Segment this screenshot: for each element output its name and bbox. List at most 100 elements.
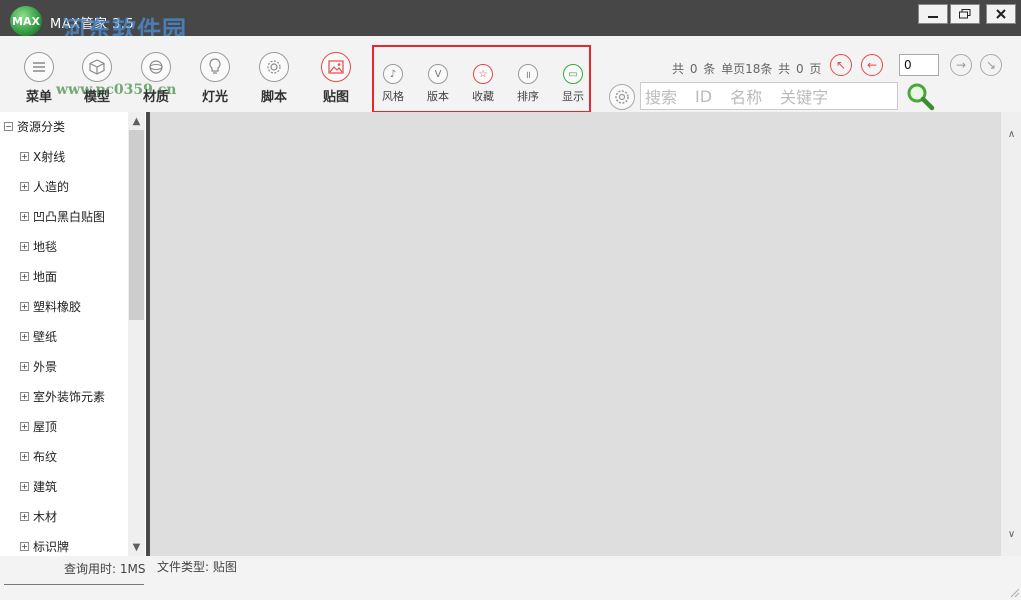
resource-grid[interactable] bbox=[150, 112, 1001, 556]
image-icon bbox=[321, 52, 351, 82]
tree-scroll-thumb[interactable] bbox=[129, 130, 144, 320]
arrow-down-right-icon: ↘ bbox=[985, 58, 997, 72]
search-hint-name: 名称 bbox=[730, 88, 763, 107]
expand-icon: + bbox=[20, 331, 29, 341]
model-button[interactable]: 模型 bbox=[72, 52, 122, 105]
tree-item[interactable]: + 凹凸黑白贴图 bbox=[20, 206, 105, 226]
expand-icon: + bbox=[20, 241, 29, 251]
favorite-button[interactable]: ☆ 收藏 bbox=[465, 64, 501, 104]
bulb-icon bbox=[200, 52, 230, 82]
sphere-icon bbox=[141, 52, 171, 82]
menu-button[interactable]: 菜单 bbox=[14, 52, 64, 105]
page-number-input[interactable] bbox=[899, 54, 939, 76]
arrow-left-icon: ← bbox=[866, 58, 878, 72]
search-settings-button[interactable] bbox=[609, 84, 635, 110]
tree-item[interactable]: + 人造的 bbox=[20, 176, 69, 196]
gear-icon bbox=[615, 90, 629, 104]
content-scroll-down-icon[interactable]: ∨ bbox=[1003, 526, 1020, 542]
expand-icon: + bbox=[20, 391, 29, 401]
tree-item[interactable]: + 木材 bbox=[20, 506, 57, 526]
version-label: 版本 bbox=[427, 90, 449, 103]
light-button[interactable]: 灯光 bbox=[190, 52, 240, 105]
restore-icon bbox=[959, 9, 971, 19]
expand-icon: + bbox=[20, 421, 29, 431]
minimize-icon bbox=[928, 16, 938, 18]
display-button[interactable]: ▭ 显示 bbox=[555, 64, 591, 104]
arrow-up-left-icon: ↖ bbox=[835, 58, 847, 72]
expand-icon: + bbox=[20, 271, 29, 281]
collapse-icon: − bbox=[4, 121, 13, 131]
expand-icon: + bbox=[20, 511, 29, 521]
tree-item[interactable]: + 外景 bbox=[20, 356, 57, 376]
search-button[interactable] bbox=[905, 82, 935, 112]
expand-icon: + bbox=[20, 451, 29, 461]
monitor-icon: ▭ bbox=[563, 64, 583, 84]
restore-button[interactable] bbox=[950, 4, 980, 24]
menu-icon bbox=[24, 52, 54, 82]
tree-item[interactable]: + X射线 bbox=[20, 146, 65, 166]
favorite-label: 收藏 bbox=[472, 90, 494, 103]
model-label: 模型 bbox=[83, 90, 110, 105]
first-page-button[interactable]: ↖ bbox=[830, 54, 852, 76]
content-scroll-up-icon[interactable]: ∧ bbox=[1003, 126, 1020, 142]
sort-button[interactable]: ॥ 排序 bbox=[510, 64, 546, 104]
tree-item-label: 木材 bbox=[33, 509, 58, 524]
minimize-button[interactable] bbox=[918, 4, 948, 24]
tree-item[interactable]: + 地面 bbox=[20, 266, 57, 286]
v-icon: V bbox=[428, 64, 448, 84]
paging-info: 共 0 条 单页18条 共 0 页 bbox=[672, 62, 822, 76]
content-scrollbar[interactable] bbox=[1001, 112, 1021, 556]
search-input[interactable]: 搜索 ID 名称 关键字 bbox=[640, 82, 898, 110]
display-label: 显示 bbox=[562, 90, 584, 103]
tree-item[interactable]: + 标识牌 bbox=[20, 536, 69, 556]
tree-item[interactable]: + 室外装饰元素 bbox=[20, 386, 105, 406]
prev-page-button[interactable]: ← bbox=[861, 54, 883, 76]
tree-root[interactable]: − 资源分类 bbox=[4, 116, 65, 136]
query-time: 查询用时: 1MS bbox=[64, 562, 146, 576]
status-divider bbox=[4, 584, 144, 585]
tree-item[interactable]: + 壁纸 bbox=[20, 326, 57, 346]
tree-item[interactable]: + 布纹 bbox=[20, 446, 57, 466]
app-logo: MAX bbox=[10, 6, 42, 36]
version-button[interactable]: V 版本 bbox=[420, 64, 456, 104]
tree-item-label: 外景 bbox=[33, 359, 58, 374]
script-label: 脚本 bbox=[260, 90, 287, 105]
tree-item-label: 凹凸黑白贴图 bbox=[33, 209, 106, 224]
tree-item[interactable]: + 地毯 bbox=[20, 236, 57, 256]
gear-icon bbox=[259, 52, 289, 82]
search-hint-id: ID bbox=[695, 86, 713, 106]
tree-item[interactable]: + 建筑 bbox=[20, 476, 57, 496]
status-bar: 查询用时: 1MS 文件类型: 贴图 bbox=[0, 556, 1021, 600]
tree-item-label: 屋顶 bbox=[33, 419, 58, 434]
tree-scroll-up-icon[interactable]: ▲ bbox=[128, 113, 145, 129]
resize-grip-icon[interactable] bbox=[1008, 586, 1020, 598]
category-tree: − 资源分类 + X射线 + 人造的 + 凹凸黑白贴图 + 地毯 + 地面 + 塑料橡胶 +… bbox=[0, 112, 146, 556]
script-button[interactable]: 脚本 bbox=[249, 52, 299, 105]
tree-item[interactable]: + 屋顶 bbox=[20, 416, 57, 436]
menu-label: 菜单 bbox=[25, 90, 52, 105]
tree-item-label: 塑料橡胶 bbox=[33, 299, 82, 314]
expand-icon: + bbox=[20, 481, 29, 491]
material-button[interactable]: 材质 bbox=[131, 52, 181, 105]
note-icon: ♪ bbox=[383, 64, 403, 84]
expand-icon: + bbox=[20, 541, 29, 551]
sort-label: 排序 bbox=[517, 90, 539, 103]
texture-label: 贴图 bbox=[322, 90, 349, 105]
tree-item[interactable]: + 塑料橡胶 bbox=[20, 296, 81, 316]
style-button[interactable]: ♪ 风格 bbox=[375, 64, 411, 104]
light-label: 灯光 bbox=[201, 90, 228, 105]
title-bar: MAX MAX管家 3.5 河东软件园 bbox=[0, 0, 1021, 44]
tree-item-label: 地毯 bbox=[33, 239, 58, 254]
last-page-button[interactable]: ↘ bbox=[980, 54, 1002, 76]
expand-icon: + bbox=[20, 151, 29, 161]
toolbar: www.pc0359.cn 菜单 模型 材质 灯光 脚本 贴图 ♪ 风格 V 版… bbox=[0, 36, 1021, 113]
tree-item-label: 标识牌 bbox=[33, 539, 70, 554]
tree-item-label: 壁纸 bbox=[33, 329, 58, 344]
close-button[interactable] bbox=[986, 4, 1016, 24]
close-icon bbox=[996, 9, 1006, 19]
tree-scroll-down-icon[interactable]: ▼ bbox=[128, 539, 145, 555]
next-page-button[interactable]: → bbox=[950, 54, 972, 76]
texture-button[interactable]: 贴图 bbox=[311, 52, 361, 105]
star-icon: ☆ bbox=[473, 64, 493, 84]
tree-item-label: 人造的 bbox=[33, 179, 70, 194]
